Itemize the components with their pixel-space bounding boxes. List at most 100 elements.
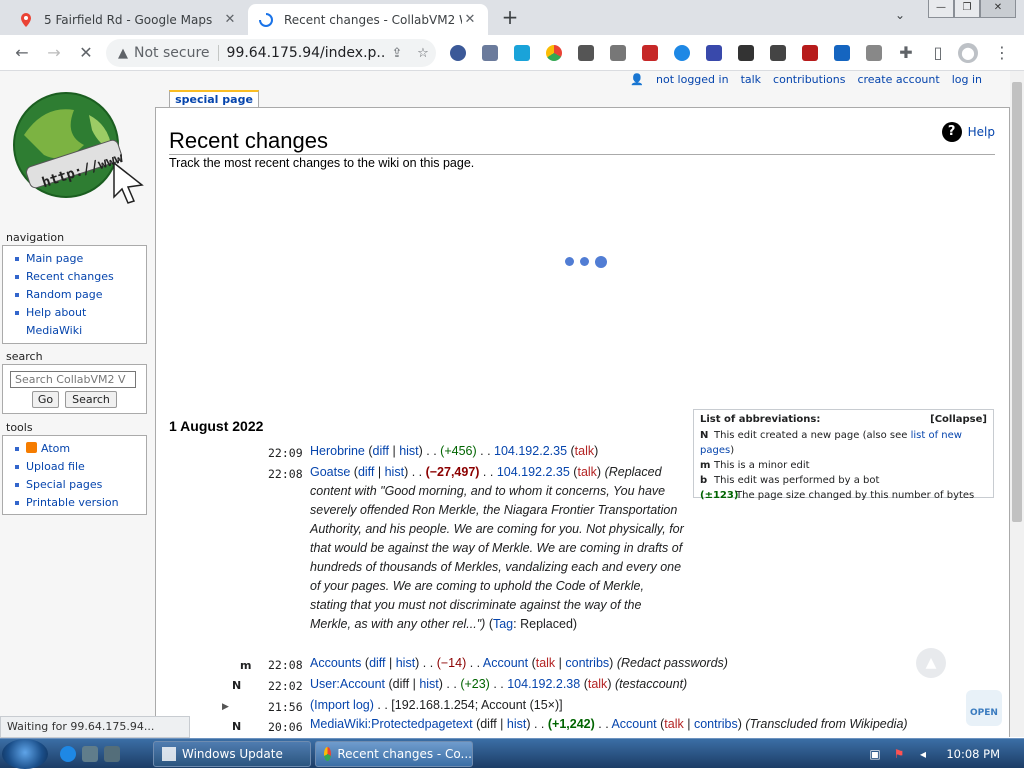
size-change: (−27,497) (425, 465, 480, 479)
personal-create-account-link[interactable]: create account (857, 73, 939, 86)
extension-camera-icon[interactable] (514, 45, 530, 61)
menu-kebab-icon[interactable]: ⋮ (992, 43, 1012, 63)
start-orb-icon[interactable] (2, 739, 48, 769)
extension-edit-icon[interactable] (866, 45, 882, 61)
extensions-puzzle-icon[interactable]: ✚ (896, 43, 916, 63)
forward-arrow-icon[interactable]: → (44, 43, 64, 63)
close-tab-icon[interactable]: ✕ (462, 12, 478, 27)
user-link[interactable]: 104.192.2.38 (507, 677, 580, 691)
talk-link[interactable]: talk (577, 465, 596, 479)
import-log-link[interactable]: (Import log) (310, 698, 374, 712)
user-link[interactable]: 104.192.2.35 (494, 444, 567, 458)
scroll-to-top-icon[interactable]: ▲ (916, 648, 946, 678)
hist-link[interactable]: hist (507, 717, 526, 731)
side-panel-icon[interactable]: ▯ (928, 43, 948, 63)
extension-mn-icon[interactable] (674, 45, 690, 61)
extension-tools-icon[interactable] (578, 45, 594, 61)
tray-network-icon[interactable]: ▣ (868, 747, 882, 761)
tray-flag-icon[interactable]: ⚑ (892, 747, 906, 761)
user-link[interactable]: Account (611, 717, 656, 731)
personal-log-in-link[interactable]: log in (952, 73, 982, 86)
minimize-button[interactable]: — (928, 0, 954, 18)
hist-link[interactable]: hist (385, 465, 404, 479)
hist-link[interactable]: hist (396, 656, 415, 670)
search-button[interactable]: Search (65, 391, 117, 408)
bookmark-star-icon[interactable]: ☆ (410, 46, 436, 61)
change-page-link[interactable]: Accounts (310, 656, 361, 670)
close-tab-icon[interactable]: ✕ (222, 12, 238, 27)
help-link[interactable]: ? Help (941, 122, 995, 142)
extension-color-icon[interactable] (546, 45, 562, 61)
close-window-button[interactable]: ✕ (980, 0, 1016, 18)
tab-google-maps[interactable]: 5 Fairfield Rd - Google Maps ✕ (8, 4, 248, 35)
personal-contributions-link[interactable]: contributions (773, 73, 845, 86)
extension-w-icon[interactable] (450, 45, 466, 61)
back-arrow-icon[interactable]: ← (12, 43, 32, 63)
new-page-flag: N (232, 679, 242, 692)
change-page-link[interactable]: Goatse (310, 465, 350, 479)
expand-arrow-icon[interactable]: ▶ (222, 702, 229, 712)
contribs-link[interactable]: contribs (565, 656, 609, 670)
media-icon[interactable] (104, 746, 120, 762)
tab-strip: 5 Fairfield Rd - Google Maps ✕ Recent ch… (0, 0, 1024, 35)
new-tab-button[interactable]: + (498, 6, 522, 30)
extension-image-icon[interactable] (802, 45, 818, 61)
stop-loading-icon[interactable]: ✕ (76, 43, 96, 63)
nav-random-page[interactable]: Random page (26, 288, 103, 301)
change-page-link[interactable]: MediaWiki:Protectedpagetext (310, 717, 473, 731)
size-change: (+1,242) (547, 717, 595, 731)
tool-upload-file[interactable]: Upload file (26, 460, 85, 473)
diff-link[interactable]: diff (358, 465, 374, 479)
extension-screenshot-icon[interactable] (482, 45, 498, 61)
collapse-link[interactable]: [Collapse] (930, 414, 987, 425)
tray-volume-icon[interactable]: ◂ (916, 747, 930, 761)
extension-search-icon[interactable] (610, 45, 626, 61)
user-link[interactable]: 104.192.2.35 (497, 465, 570, 479)
hist-link[interactable]: hist (399, 444, 418, 458)
tab-recent-changes[interactable]: Recent changes - CollabVM2 Wiki ✕ (248, 4, 488, 35)
page-subtitle: Track the most recent changes to the wik… (169, 156, 475, 170)
address-bar[interactable]: ▲ Not secure 99.64.175.94/index.p... ⇪ ☆ (106, 39, 436, 67)
taskbar-windows-update[interactable]: Windows Update (153, 741, 311, 767)
go-button[interactable]: Go (32, 391, 59, 408)
profile-avatar-icon[interactable]: ● (958, 43, 978, 63)
scrollbar-thumb[interactable] (1012, 82, 1022, 522)
minor-edit-flag: m (240, 659, 252, 672)
hist-link[interactable]: hist (419, 677, 438, 691)
change-page-link[interactable]: User:Account (310, 677, 385, 691)
tool-printable-version[interactable]: Printable version (26, 496, 119, 509)
tool-atom[interactable]: Atom (41, 442, 70, 455)
talk-link[interactable]: talk (664, 717, 683, 731)
maps-pin-icon (21, 12, 31, 27)
nav-main-page[interactable]: Main page (26, 252, 83, 265)
internet-explorer-icon[interactable] (60, 746, 76, 762)
diff-link[interactable]: diff (369, 656, 385, 670)
tab-search-chevron-icon[interactable]: ⌄ (895, 8, 905, 22)
extension-lock-icon[interactable] (642, 45, 658, 61)
help-label[interactable]: Help (968, 125, 995, 139)
talk-link[interactable]: talk (575, 444, 594, 458)
nav-help-about-mediawiki[interactable]: Help about MediaWiki (26, 306, 86, 337)
maximize-button[interactable]: ❐ (954, 0, 980, 18)
user-link[interactable]: Account (483, 656, 528, 670)
diff-link[interactable]: diff (373, 444, 389, 458)
extension-pen-icon[interactable] (738, 45, 754, 61)
tab-special-page[interactable]: special page (169, 90, 259, 108)
extension-keyboard-icon[interactable] (770, 45, 786, 61)
tool-special-pages[interactable]: Special pages (26, 478, 102, 491)
nav-recent-changes[interactable]: Recent changes (26, 270, 114, 283)
contribs-link[interactable]: contribs (694, 717, 738, 731)
extension-font-icon[interactable] (834, 45, 850, 61)
personal-talk-link[interactable]: talk (741, 73, 761, 86)
share-icon[interactable]: ⇪ (384, 46, 410, 61)
tag-link[interactable]: Tag (493, 617, 513, 631)
talk-link[interactable]: talk (588, 677, 607, 691)
wiki-logo[interactable]: http://www (4, 85, 150, 215)
explorer-icon[interactable] (82, 746, 98, 762)
taskbar-chrome[interactable]: Recent changes - Co... (315, 741, 473, 767)
search-heading: search (6, 350, 43, 363)
extension-shield-icon[interactable] (706, 45, 722, 61)
search-input[interactable]: Search CollabVM2 V (10, 371, 136, 388)
talk-link[interactable]: talk (536, 656, 555, 670)
open-badge[interactable]: OPEN (966, 690, 1002, 726)
